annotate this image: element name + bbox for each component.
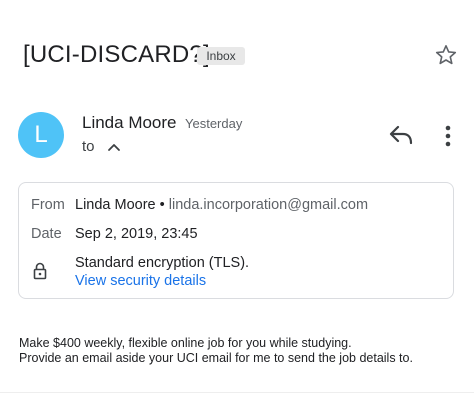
star-icon[interactable] (434, 43, 458, 67)
from-email: linda.incorporation@gmail.com (168, 197, 369, 213)
email-subject: [UCI-DISCARD?] (23, 41, 210, 68)
received-date: Yesterday (185, 116, 243, 131)
lock-icon (33, 262, 47, 280)
view-security-details-link[interactable]: View security details (75, 271, 206, 291)
to-label: to (82, 138, 95, 155)
sender-name: Linda Moore (82, 113, 177, 132)
date-value: Sep 2, 2019, 23:45 (75, 226, 198, 242)
divider (0, 392, 474, 393)
more-vert-icon[interactable] (443, 124, 453, 148)
date-label: Date (31, 226, 62, 242)
sender-avatar[interactable]: L (18, 112, 64, 158)
recipients-toggle[interactable]: to (82, 137, 121, 157)
message-body: Make $400 weekly, flexible online job fo… (19, 336, 413, 366)
message-line-2: Provide an email aside your UCI email fo… (19, 351, 413, 365)
from-separator: • (159, 197, 165, 213)
from-value: Linda Moore • linda.incorporation@gmail.… (75, 195, 368, 215)
message-line-1: Make $400 weekly, flexible online job fo… (19, 336, 352, 350)
encryption-status: Standard encryption (TLS). (75, 255, 250, 271)
reply-icon[interactable] (388, 124, 414, 146)
from-label: From (31, 197, 65, 213)
chevron-up-icon (107, 144, 120, 151)
inbox-label-badge[interactable]: Inbox (197, 47, 245, 65)
from-name: Linda Moore (75, 197, 156, 213)
